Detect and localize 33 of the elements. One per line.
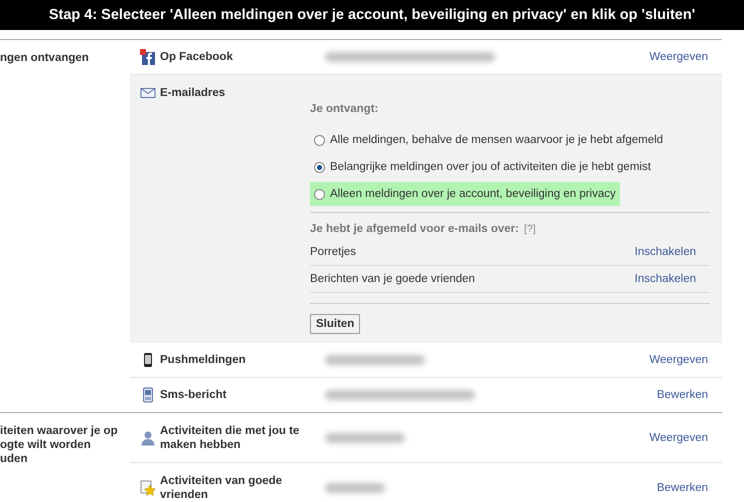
banner-title: Stap 4: Selecteer 'Alleen meldingen over je account, beveiliging en privacy' en klik op 'sluiten' — [48, 7, 696, 23]
person-icon — [140, 430, 156, 446]
channel-label: Activiteiten van goede vrienden — [160, 474, 284, 502]
channel-label: Activiteiten die met jou te maken hebben — [160, 424, 300, 452]
topic-label: Porretjes — [310, 246, 356, 258]
section-label: ngen ontvangen — [0, 51, 90, 65]
channel-label: Op Facebook — [160, 50, 234, 64]
radio-button[interactable] — [314, 134, 325, 146]
option-label: Belangrijke meldingen over jou of activiteiten die je hebt gemist — [330, 161, 651, 173]
channel-label: E-mailadres — [160, 86, 226, 100]
action-link[interactable]: Weergeven — [649, 354, 708, 366]
enable-link[interactable]: Inschakelen — [634, 246, 696, 258]
channel-label: Sms-bericht — [160, 388, 228, 402]
close-button[interactable]: Sluiten — [310, 314, 360, 334]
section-heading: Je ontvangt: — [310, 103, 378, 115]
blurred-value — [325, 482, 385, 492]
envelope-icon — [140, 85, 156, 101]
facebook-icon — [140, 49, 156, 65]
mobile-phone-icon — [140, 387, 156, 403]
action-link[interactable]: Weergeven — [649, 432, 708, 444]
section-label: iteiten waarover je op ogte wilt worden uden — [0, 424, 119, 466]
option-label: Alle meldingen, behalve de mensen waarvoor je je hebt afgemeld — [330, 134, 664, 146]
action-link[interactable]: Weergeven — [649, 51, 708, 63]
section-heading: Je hebt je afgemeld voor e-mails over: — [310, 223, 519, 235]
star-list-icon — [140, 480, 156, 496]
radio-button[interactable] — [314, 188, 325, 200]
topic-label: Berichten van je goede vrienden — [310, 273, 475, 285]
action-link[interactable]: Bewerken — [656, 389, 708, 401]
radio-button[interactable] — [314, 162, 325, 172]
option-label: Alleen meldingen over je account, beveiliging en privacy — [330, 188, 616, 200]
channel-label: Pushmeldingen — [160, 353, 247, 367]
action-link[interactable]: Bewerken — [656, 482, 708, 494]
enable-link[interactable]: Inschakelen — [634, 273, 696, 285]
